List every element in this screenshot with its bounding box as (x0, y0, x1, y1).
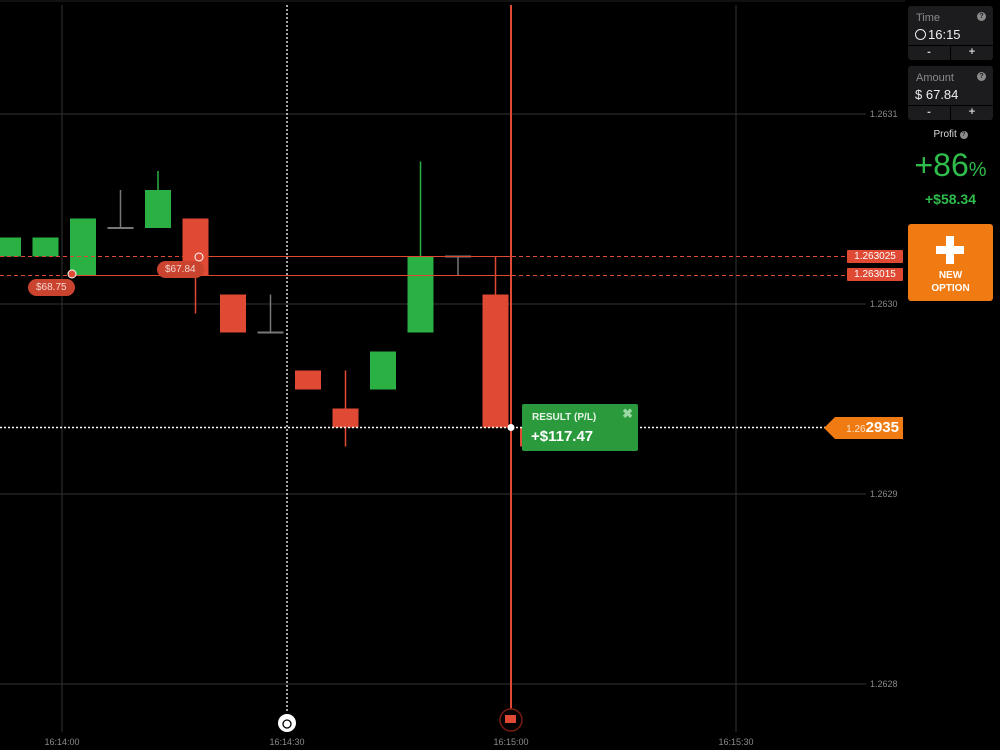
candle (482, 256, 509, 428)
profit-label: Profit (933, 129, 957, 140)
strike-price-tag: 1.263025 (847, 250, 903, 263)
candle (257, 294, 284, 334)
candle (107, 190, 134, 229)
candle (445, 255, 471, 276)
price-chart[interactable] (0, 0, 905, 750)
amount-panel: Amount ? $ 67.84 - + (908, 66, 993, 120)
new-option-button[interactable]: NEW OPTION (908, 224, 993, 301)
deal-marker-icon (194, 252, 204, 262)
amount-value-text: 67.84 (925, 87, 959, 102)
amount-increase-button[interactable]: + (951, 106, 993, 120)
new-option-label-1: NEW (938, 270, 963, 281)
candle (370, 351, 396, 390)
percent-sign: % (968, 159, 987, 181)
dollar-icon: $ (915, 87, 923, 102)
result-value: +$117.47 (531, 428, 594, 445)
clock-icon (915, 29, 926, 40)
candle (332, 370, 359, 447)
y-tick-label: 1.2628 (870, 679, 898, 689)
x-tick-label: 16:14:00 (44, 737, 80, 747)
candle-body (407, 256, 434, 333)
candle (145, 171, 171, 228)
candle-body (145, 190, 171, 228)
candle-body (370, 351, 396, 390)
candle (220, 294, 246, 333)
time-label: Time (916, 12, 941, 24)
time-value-text: 16:15 (928, 27, 961, 42)
result-label: RESULT (P/L) (532, 412, 597, 423)
plus-icon (936, 236, 964, 264)
profit-percent: +86% (908, 147, 993, 184)
help-icon[interactable]: ? (977, 72, 986, 81)
candle-body (32, 237, 59, 257)
strike-price-tag: 1.263015 (847, 268, 903, 281)
profit-label-row: Profit ? (908, 129, 993, 140)
x-tick-label: 16:15:30 (718, 737, 754, 747)
new-option-label-2: OPTION (931, 283, 970, 294)
finish-flag-icon-glyph (505, 715, 516, 723)
stopwatch-icon (278, 714, 296, 732)
current-price-suffix: 2935 (865, 419, 899, 436)
candle-body (70, 218, 96, 276)
y-tick-label: 1.2629 (870, 489, 898, 499)
candle (32, 237, 59, 257)
amount-value[interactable]: $ 67.84 (915, 87, 958, 102)
close-icon[interactable]: ✖ (622, 406, 633, 422)
x-tick-label: 16:15:00 (493, 737, 529, 747)
candle (70, 218, 96, 276)
time-value[interactable]: 16:15 (915, 27, 961, 42)
x-tick-label: 16:14:30 (269, 737, 305, 747)
candle (0, 237, 21, 257)
deal-amount-tag[interactable]: $68.75 (28, 279, 75, 296)
current-price-prefix: 1.26 (846, 424, 866, 435)
current-price-dot (507, 424, 515, 431)
amount-label: Amount (916, 72, 954, 84)
amount-decrease-button[interactable]: - (908, 106, 951, 120)
candle-body (220, 294, 246, 333)
candle (407, 161, 434, 333)
help-icon[interactable]: ? (959, 131, 968, 139)
time-panel: Time ? 16:15 - + (908, 6, 993, 60)
y-tick-label: 1.2630 (870, 299, 898, 309)
time-increase-button[interactable]: + (951, 46, 993, 60)
profit-percent-value: +86 (914, 147, 969, 183)
candle-body (482, 294, 509, 428)
time-decrease-button[interactable]: - (908, 46, 951, 60)
deal-amount-tag[interactable]: $67.84 (157, 261, 204, 278)
candle-body (0, 237, 21, 257)
profit-amount: +$58.34 (925, 191, 976, 207)
help-icon[interactable]: ? (977, 12, 986, 21)
candle-body (295, 370, 321, 390)
result-popup: RESULT (P/L) +$117.47 ✖ (522, 404, 638, 451)
y-tick-label: 1.2631 (870, 109, 898, 119)
candle (295, 370, 321, 390)
current-price-tag: 1.262935 (824, 417, 903, 439)
deal-marker-icon (67, 269, 77, 279)
candle-body (332, 408, 359, 428)
